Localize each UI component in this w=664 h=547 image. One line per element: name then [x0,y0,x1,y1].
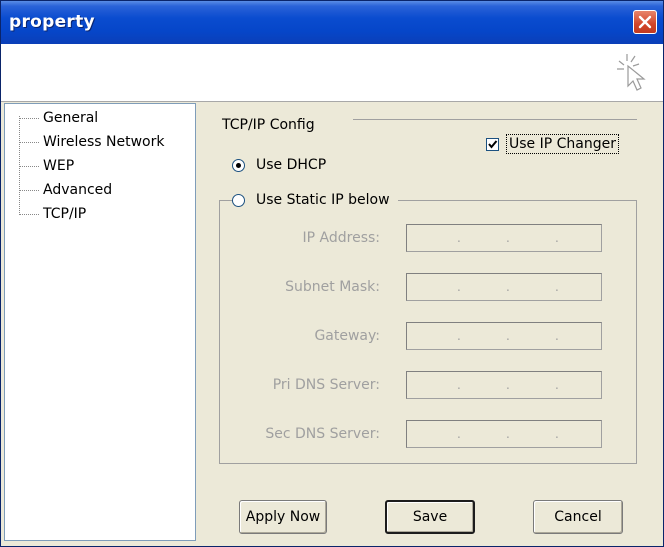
ip-dot: . [555,427,559,441]
pri-dns-label: Pri DNS Server: [272,377,380,393]
ip-dot: . [555,378,559,392]
tree-item-general[interactable]: General [19,108,98,128]
gateway-input[interactable]: . . . [406,322,602,350]
ip-dot: . [506,427,510,441]
tree-branch [19,190,39,191]
use-dhcp-radio[interactable]: Use DHCP [232,155,326,175]
tree-branch [19,118,39,119]
tcpip-panel: TCP/IP Config Use IP Changer Use DHCP Us… [198,103,661,543]
ip-address-label: IP Address: [302,230,381,246]
ip-dot: . [457,231,461,245]
ip-dot: . [457,329,461,343]
ip-address-input[interactable]: . . . [406,224,602,252]
close-button[interactable] [633,10,657,34]
close-icon [638,15,652,29]
tree-branch [19,166,39,167]
tree-branch [19,142,39,143]
sec-dns-input[interactable]: . . . [406,420,602,448]
group-title: TCP/IP Config [222,117,315,133]
use-ip-changer-label: Use IP Changer [506,134,619,154]
title-bar[interactable]: property [1,1,663,44]
ip-dot: . [506,378,510,392]
apply-now-button[interactable]: Apply Now [239,500,327,534]
tree-item-label: Wireless Network [43,134,165,150]
checkbox-box[interactable] [486,137,499,151]
cursor-click-icon [617,54,646,91]
tree-item-wireless-network[interactable]: Wireless Network [19,132,164,152]
tree-item-advanced[interactable]: Advanced [19,180,112,200]
use-ip-changer-checkbox[interactable]: Use IP Changer [486,134,619,154]
save-button[interactable]: Save [385,500,475,534]
tree-branch [19,214,39,215]
ip-dot: . [457,427,461,441]
ip-dot: . [506,231,510,245]
radio-circle[interactable] [232,193,245,207]
ip-dot: . [506,329,510,343]
check-icon [488,139,498,149]
ip-dot: . [555,280,559,294]
use-static-ip-label: Use Static IP below [256,192,390,208]
radio-dot [236,162,241,168]
pri-dns-input[interactable]: . . . [406,371,602,399]
cancel-button[interactable]: Cancel [533,500,623,534]
header-banner [1,44,663,102]
gateway-label: Gateway: [314,328,380,344]
ip-dot: . [457,378,461,392]
tree-item-wep[interactable]: WEP [19,156,74,176]
settings-tree: General Wireless Network WEP Advanced TC… [4,103,196,541]
subnet-mask-input[interactable]: . . . [406,273,602,301]
property-dialog: property General Wireless Network WEP Ad… [0,0,664,547]
tree-item-label: WEP [43,158,75,174]
ip-dot: . [506,280,510,294]
use-dhcp-label: Use DHCP [256,157,327,173]
tree-item-label: TCP/IP [43,206,87,222]
group-divider [353,119,637,120]
radio-circle[interactable] [232,158,245,172]
use-static-ip-radio[interactable]: Use Static IP below [232,190,398,210]
tree-item-label: Advanced [43,182,113,198]
ip-dot: . [457,280,461,294]
ip-dot: . [555,329,559,343]
sec-dns-label: Sec DNS Server: [265,426,380,442]
tree-item-tcpip[interactable]: TCP/IP [19,204,86,224]
ip-dot: . [555,231,559,245]
subnet-mask-label: Subnet Mask: [285,279,380,295]
tree-item-label: General [43,110,99,126]
window-title: property [9,12,95,32]
